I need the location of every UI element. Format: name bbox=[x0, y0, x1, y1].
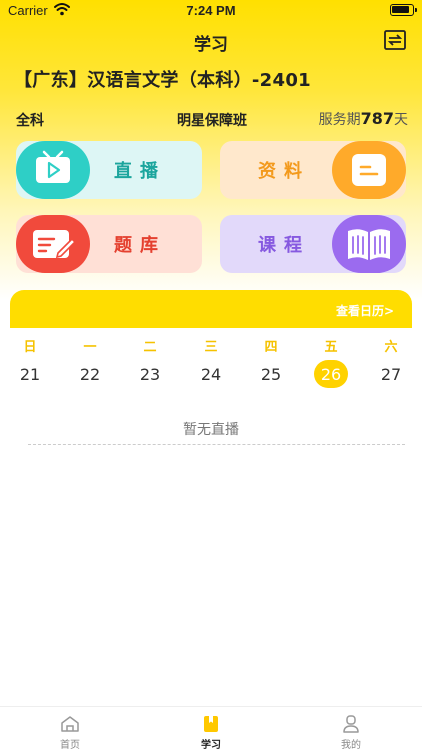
materials-label: 资料 bbox=[258, 161, 310, 182]
weekday-thu: 四 bbox=[264, 340, 278, 355]
courses-tile[interactable]: 课程 bbox=[220, 215, 406, 273]
calendar-day[interactable]: 24 bbox=[191, 364, 231, 386]
weekday-wed: 三 bbox=[204, 340, 218, 355]
home-icon bbox=[60, 715, 80, 733]
service-prefix: 服务期 bbox=[318, 112, 361, 128]
calendar-day[interactable]: 23 bbox=[130, 364, 170, 386]
bookmark-book-icon bbox=[201, 715, 221, 733]
course-info-row: 全科 明星保障班 服务期787天 bbox=[16, 109, 408, 130]
calendar-day[interactable]: 22 bbox=[70, 364, 110, 386]
weekday-sat: 六 bbox=[384, 340, 398, 355]
service-days: 787 bbox=[360, 109, 394, 128]
course-title[interactable]: 【广东】汉语言文学（本科）-2401 bbox=[14, 66, 311, 92]
tab-home[interactable]: 首页 bbox=[20, 707, 120, 750]
document-icon bbox=[332, 141, 406, 199]
calendar-day-selected[interactable]: 26 bbox=[311, 364, 351, 386]
divider bbox=[28, 444, 405, 445]
weekday-sun: 日 bbox=[23, 340, 37, 355]
tab-bar: 首页 学习 我的 bbox=[0, 706, 422, 750]
calendar-day[interactable]: 25 bbox=[251, 364, 291, 386]
weekday-tue: 二 bbox=[143, 340, 157, 355]
calendar-day[interactable]: 27 bbox=[371, 364, 411, 386]
tab-mine[interactable]: 我的 bbox=[301, 707, 401, 750]
calendar-header: 查看日历> bbox=[10, 290, 412, 328]
switch-icon[interactable] bbox=[384, 30, 406, 50]
question-bank-label: 题库 bbox=[114, 235, 166, 256]
calendar-day[interactable]: 21 bbox=[10, 364, 50, 386]
user-icon bbox=[341, 715, 361, 733]
live-tile[interactable]: 直播 bbox=[16, 141, 202, 199]
view-calendar-link[interactable]: 查看日历> bbox=[336, 302, 394, 319]
tab-home-label: 首页 bbox=[60, 740, 80, 750]
service-suffix: 天 bbox=[394, 112, 408, 128]
battery-icon bbox=[390, 4, 417, 16]
live-label: 直播 bbox=[114, 161, 166, 182]
service-period: 服务期787天 bbox=[319, 109, 408, 129]
status-bar: Carrier 7:24 PM bbox=[0, 0, 422, 22]
tv-play-icon bbox=[16, 141, 90, 199]
page-title: 学习 bbox=[194, 35, 228, 55]
edit-note-icon bbox=[16, 215, 90, 273]
weekday-fri: 五 bbox=[324, 340, 338, 355]
clock: 7:24 PM bbox=[186, 3, 236, 18]
no-live-message: 暂无直播 bbox=[183, 422, 239, 438]
courses-label: 课程 bbox=[258, 235, 310, 256]
tab-study[interactable]: 学习 bbox=[161, 707, 261, 750]
question-bank-tile[interactable]: 题库 bbox=[16, 215, 202, 273]
tab-mine-label: 我的 bbox=[341, 740, 361, 750]
materials-tile[interactable]: 资料 bbox=[220, 141, 406, 199]
weekday-mon: 一 bbox=[83, 340, 97, 355]
book-icon bbox=[332, 215, 406, 273]
tab-study-label: 学习 bbox=[201, 740, 221, 750]
